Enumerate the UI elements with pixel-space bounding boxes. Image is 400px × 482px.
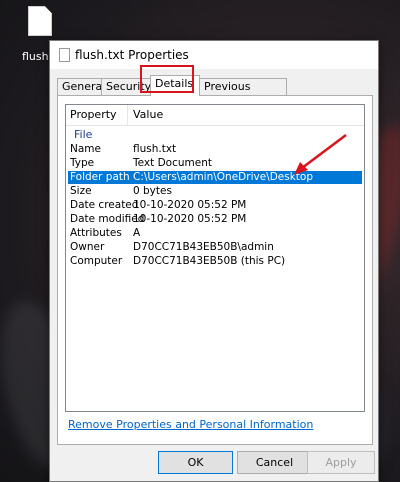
- annotation-arrow-icon: [294, 134, 347, 175]
